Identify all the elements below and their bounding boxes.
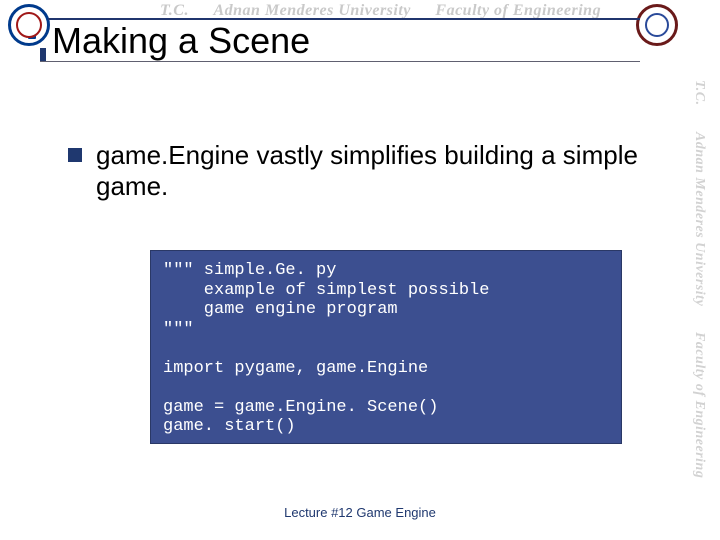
watermark-right-tc: T.C. <box>691 80 707 106</box>
bullet-square-icon <box>68 148 82 162</box>
watermark-faculty: Faculty of Engineering <box>435 2 601 19</box>
code-block: """ simple.Ge. py example of simplest po… <box>150 250 622 444</box>
watermark-right-university: Adnan Menderes University <box>691 132 707 306</box>
university-logo-left <box>8 4 50 46</box>
watermark-right-faculty: Faculty of Engineering <box>691 332 707 478</box>
university-logo-right <box>636 4 678 46</box>
watermark-tc: T.C. <box>160 2 189 19</box>
watermark-university: Adnan Menderes University <box>213 2 410 19</box>
title-tick <box>40 48 46 62</box>
bullet-row: game.Engine vastly simplifies building a… <box>68 140 650 202</box>
watermark-right: T.C. Adnan Menderes University Faculty o… <box>684 80 714 510</box>
slide-title: Making a Scene <box>52 20 310 62</box>
bullet-text: game.Engine vastly simplifies building a… <box>96 140 650 202</box>
slide-footer: Lecture #12 Game Engine <box>0 505 720 520</box>
